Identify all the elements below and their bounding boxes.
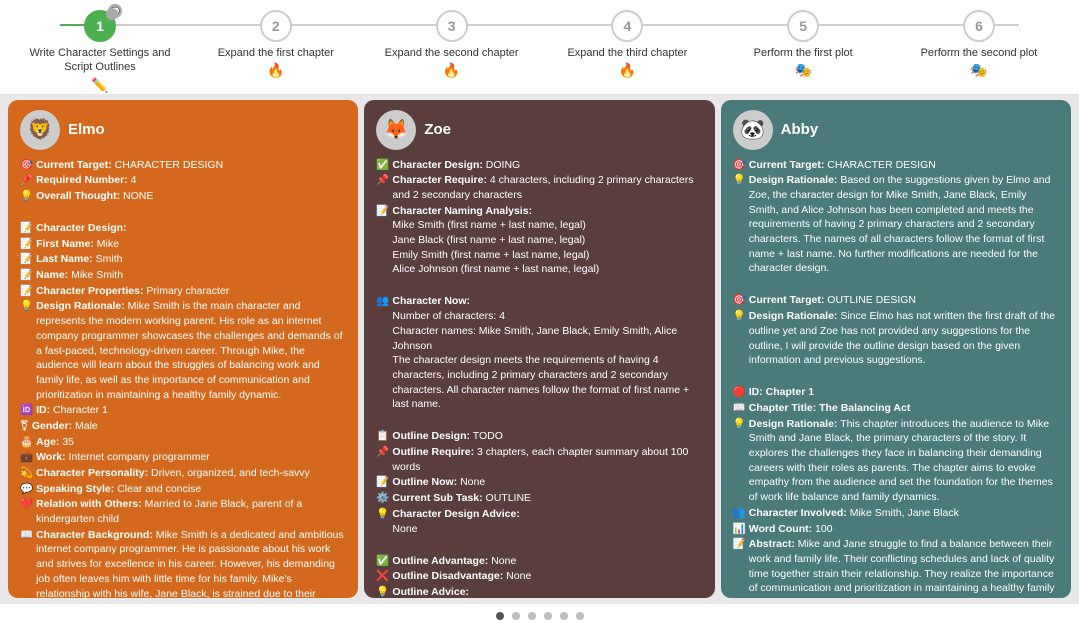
abby-chapter1-title: 📖Chapter Title: The Balancing Act bbox=[733, 401, 1059, 416]
step-3[interactable]: 3 Expand the second chapter 🔥 bbox=[372, 10, 532, 79]
step-2[interactable]: 2 Expand the first chapter 🔥 bbox=[196, 10, 356, 79]
zoe-outline-now: 📝Outline Now: None bbox=[376, 475, 702, 490]
content-area: 🦁 Elmo 🎯Current Target: CHARACTER DESIGN… bbox=[0, 94, 1079, 604]
elmo-gender: ⚧Gender: Male bbox=[20, 419, 346, 434]
step-2-icon: 🔥 bbox=[267, 62, 284, 79]
dot-6[interactable] bbox=[576, 612, 584, 620]
dot-5[interactable] bbox=[560, 612, 568, 620]
step-4-circle: 4 bbox=[611, 10, 643, 42]
step-1[interactable]: 1 💬 Write Character Settings andScript O… bbox=[20, 10, 180, 94]
step-5-circle: 5 bbox=[787, 10, 819, 42]
zoe-char-now: 👥Character Now:Number of characters: 4Ch… bbox=[376, 294, 702, 412]
step-6-label: Perform the second plot bbox=[921, 46, 1038, 60]
card-abby-header: 🐼 Abby bbox=[733, 110, 1059, 150]
elmo-required-number: 📌Required Number: 4 bbox=[20, 173, 346, 188]
zoe-outline-design: 📋Outline Design: TODO bbox=[376, 429, 702, 444]
avatar-zoe: 🦊 bbox=[376, 110, 416, 150]
zoe-current-subtask: ⚙️Current Sub Task: OUTLINE bbox=[376, 491, 702, 506]
elmo-speaking-style: 💬Speaking Style: Clear and concise bbox=[20, 482, 346, 497]
elmo-last-name: 📝Last Name: Smith bbox=[20, 252, 346, 267]
dot-1[interactable] bbox=[496, 612, 504, 620]
step-5-label: Perform the first plot bbox=[754, 46, 853, 60]
step-2-label: Expand the first chapter bbox=[218, 46, 334, 60]
zoe-outline-advice: 💡Outline Advice: bbox=[376, 585, 702, 598]
elmo-age: 🎂Age: 35 bbox=[20, 435, 346, 450]
step-5-icon: 🎭 bbox=[794, 62, 811, 79]
elmo-name: 📝Name: Mike Smith bbox=[20, 268, 346, 283]
elmo-overall-thought: 💡Overall Thought: NONE bbox=[20, 189, 346, 204]
zoe-outline-require: 📌Outline Require: 3 chapters, each chapt… bbox=[376, 445, 702, 474]
elmo-background: 📖Character Background: Mike Smith is a d… bbox=[20, 528, 346, 598]
zoe-char-design-status: ✅Character Design: DOING bbox=[376, 158, 702, 173]
step-1-label: Write Character Settings andScript Outli… bbox=[29, 46, 170, 75]
elmo-personality: 💫Character Personality: Driven, organize… bbox=[20, 466, 346, 481]
abby-current-target-1: 🎯Current Target: CHARACTER DESIGN bbox=[733, 158, 1059, 173]
abby-chapter1-id: 🔴ID: Chapter 1 bbox=[733, 385, 1059, 400]
card-elmo-header: 🦁 Elmo bbox=[20, 110, 346, 150]
step-1-circle: 1 💬 bbox=[84, 10, 116, 42]
zoe-outline-advantage: ✅Outline Advantage: None bbox=[376, 554, 702, 569]
card-abby-name: Abby bbox=[781, 119, 819, 140]
abby-chapter1-abstract: 📝Abstract: Mike and Jane struggle to fin… bbox=[733, 537, 1059, 597]
step-1-chat-icon: 💬 bbox=[108, 4, 122, 18]
dot-2[interactable] bbox=[512, 612, 520, 620]
step-6[interactable]: 6 Perform the second plot 🎭 bbox=[899, 10, 1059, 79]
step-4-icon: 🔥 bbox=[619, 62, 636, 79]
dot-3[interactable] bbox=[528, 612, 536, 620]
step-6-circle: 6 bbox=[963, 10, 995, 42]
zoe-outline-disadvantage: ❌Outline Disadvantage: None bbox=[376, 569, 702, 584]
zoe-char-require: 📌Character Require: 4 characters, includ… bbox=[376, 173, 702, 202]
card-elmo[interactable]: 🦁 Elmo 🎯Current Target: CHARACTER DESIGN… bbox=[8, 100, 358, 598]
elmo-design-rationale: 💡Design Rationale: Mike Smith is the mai… bbox=[20, 299, 346, 402]
elmo-char-design-title: 📝Character Design: bbox=[20, 221, 346, 236]
step-6-icon: 🎭 bbox=[970, 62, 987, 79]
step-3-circle: 3 bbox=[436, 10, 468, 42]
dot-4[interactable] bbox=[544, 612, 552, 620]
step-4-label: Expand the third chapter bbox=[567, 46, 687, 60]
card-elmo-name: Elmo bbox=[68, 119, 105, 140]
elmo-current-target: 🎯Current Target: CHARACTER DESIGN bbox=[20, 158, 346, 173]
zoe-naming-analysis: 📝Character Naming Analysis:Mike Smith (f… bbox=[376, 204, 702, 277]
abby-chapter1-characters: 👥Character Involved: Mike Smith, Jane Bl… bbox=[733, 506, 1059, 521]
card-zoe[interactable]: 🦊 Zoe ✅Character Design: DOING 📌Characte… bbox=[364, 100, 714, 598]
abby-chapter1-wordcount: 📊Word Count: 100 bbox=[733, 522, 1059, 537]
step-3-icon: 🔥 bbox=[443, 62, 460, 79]
elmo-work: 💼Work: Internet company programmer bbox=[20, 450, 346, 465]
elmo-relation: ❤️Relation with Others: Married to Jane … bbox=[20, 497, 346, 526]
elmo-char-properties: 📝Character Properties: Primary character bbox=[20, 284, 346, 299]
card-zoe-header: 🦊 Zoe bbox=[376, 110, 702, 150]
step-3-label: Expand the second chapter bbox=[385, 46, 519, 60]
step-2-circle: 2 bbox=[260, 10, 292, 42]
step-4[interactable]: 4 Expand the third chapter 🔥 bbox=[547, 10, 707, 79]
avatar-abby: 🐼 bbox=[733, 110, 773, 150]
step-5[interactable]: 5 Perform the first plot 🎭 bbox=[723, 10, 883, 79]
card-abby[interactable]: 🐼 Abby 🎯Current Target: CHARACTER DESIGN… bbox=[721, 100, 1071, 598]
elmo-id: 🆔ID: Character 1 bbox=[20, 403, 346, 418]
card-zoe-name: Zoe bbox=[424, 119, 451, 140]
elmo-first-name: 📝First Name: Mike bbox=[20, 237, 346, 252]
abby-chapter1-rationale: 💡Design Rationale: This chapter introduc… bbox=[733, 417, 1059, 505]
abby-design-rationale-2: 💡Design Rationale: Since Elmo has not wr… bbox=[733, 309, 1059, 368]
dot-navigation bbox=[0, 604, 1079, 628]
step-1-icon: ✏️ bbox=[91, 77, 108, 94]
abby-design-rationale-1: 💡Design Rationale: Based on the suggesti… bbox=[733, 173, 1059, 276]
progress-bar: 1 💬 Write Character Settings andScript O… bbox=[0, 0, 1079, 94]
avatar-elmo: 🦁 bbox=[20, 110, 60, 150]
zoe-char-advice: 💡Character Design Advice:None bbox=[376, 507, 702, 536]
abby-current-target-2: 🎯Current Target: OUTLINE DESIGN bbox=[733, 293, 1059, 308]
